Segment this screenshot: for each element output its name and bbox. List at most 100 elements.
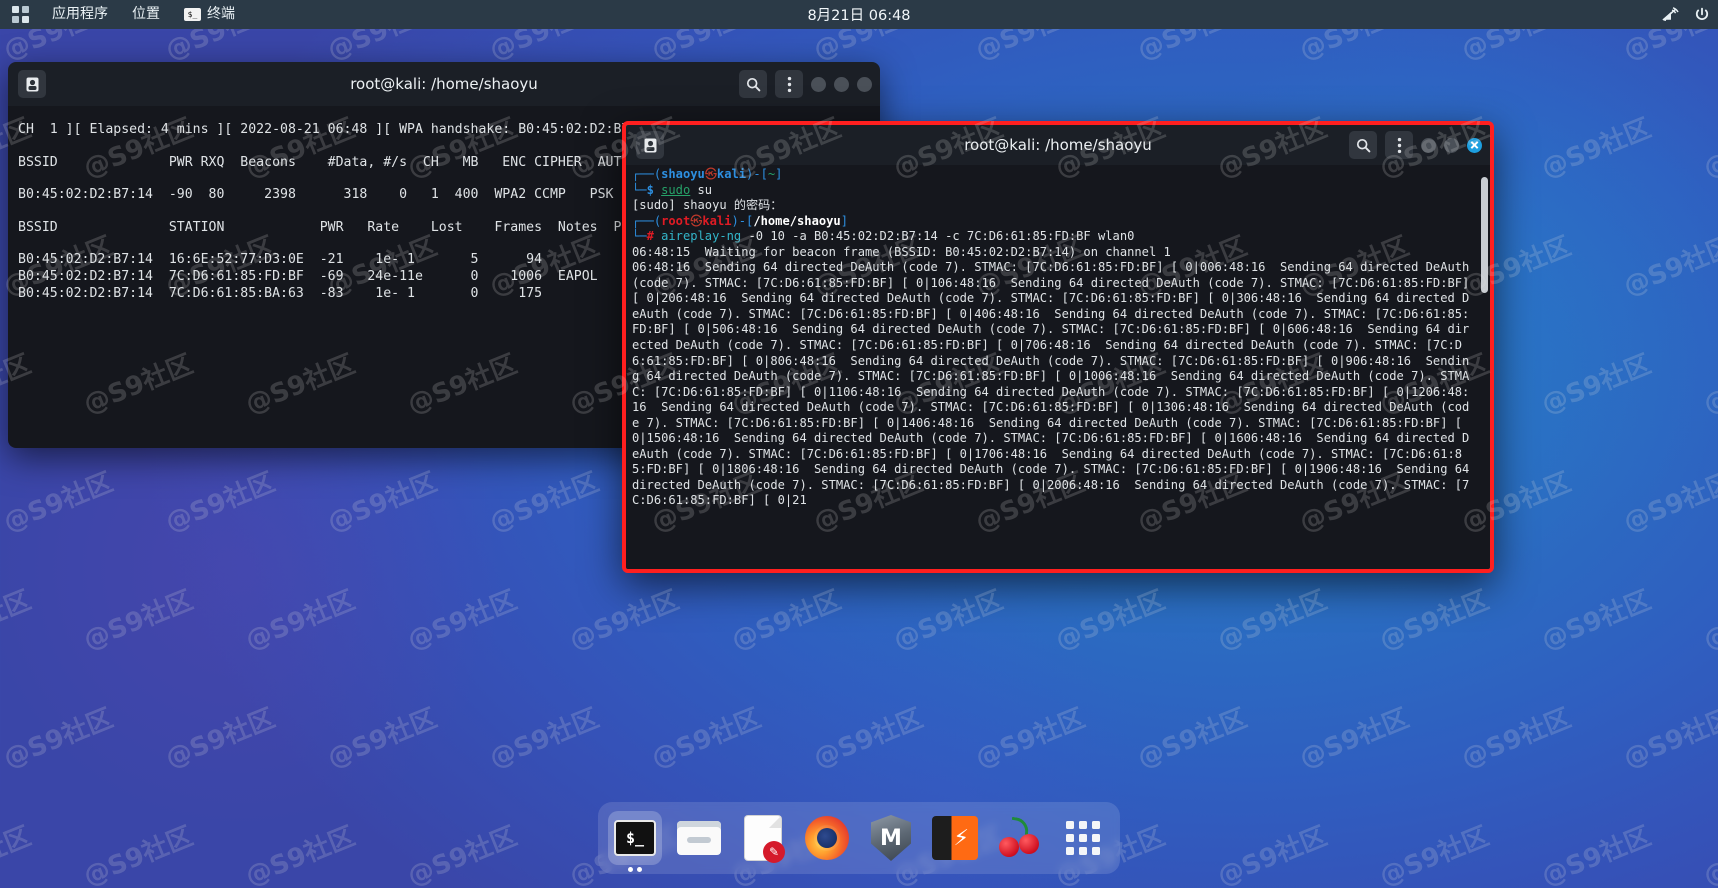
dock-item-files[interactable]: [672, 811, 726, 865]
dock-item-text-editor[interactable]: ✎: [736, 811, 790, 865]
dock: $_ ✎ M ⚡: [598, 802, 1120, 874]
dock-item-firefox[interactable]: [800, 811, 854, 865]
menu-applications[interactable]: 应用程序: [40, 0, 120, 29]
watermark-text: @S9社区: [0, 821, 36, 888]
watermark-text: @S9社区: [1699, 349, 1718, 421]
firefox-icon: [805, 816, 849, 860]
watermark-text: @S9社区: [0, 703, 118, 775]
watermark-text: @S9社区: [1295, 703, 1414, 775]
titlebar-left-airodump: [8, 70, 46, 98]
maximize-button-aireplay[interactable]: [1444, 137, 1459, 153]
watermark-text: @S9社区: [1699, 821, 1718, 888]
watermark-text: @S9社区: [485, 467, 604, 539]
cmd-aireplay: aireplay-ng: [661, 229, 742, 244]
prompt-line-1: ┌──(shaoyu㉿kali)-[~]: [632, 167, 783, 181]
watermark-text: @S9社区: [241, 585, 360, 657]
watermark-text: @S9社区: [1619, 703, 1718, 775]
command-line-1: └─$ sudo su: [632, 182, 713, 197]
search-icon[interactable]: [739, 70, 767, 98]
panel-clock[interactable]: 8月21日 06:48: [807, 4, 910, 25]
burpsuite-icon: ⚡: [932, 816, 978, 860]
prompt-path-2: /home/shaoyu: [753, 213, 841, 228]
prompt-user-1: shaoyu: [661, 167, 705, 181]
close-button-aireplay[interactable]: [1467, 137, 1482, 153]
watermark-text: @S9社区: [971, 703, 1090, 775]
watermark-text: @S9社区: [403, 585, 522, 657]
aireplay-deauth-stream: 06:48:16 Sending 64 directed DeAuth (cod…: [632, 260, 1477, 508]
dock-item-show-apps[interactable]: [1056, 811, 1110, 865]
watermark-text: @S9社区: [1699, 113, 1718, 185]
titlebar-left-aireplay: [626, 131, 664, 159]
minimize-button-aireplay[interactable]: [1421, 137, 1436, 153]
watermark-text: @S9社区: [1457, 703, 1576, 775]
app-grid-icon[interactable]: [0, 0, 40, 29]
terminal-icon: $_: [184, 8, 201, 21]
menu-icon[interactable]: [775, 70, 803, 98]
watermark-text: @S9社区: [0, 585, 36, 657]
prompt-line-2: ┌──(root㉿kali)-[/home/shaoyu]: [632, 213, 848, 228]
panel-tray: [1661, 6, 1710, 23]
watermark-text: @S9社区: [1051, 585, 1170, 657]
network-wireless-icon[interactable]: [1661, 6, 1680, 23]
document-edit-icon: ✎: [745, 816, 785, 863]
dock-item-terminal[interactable]: $_: [608, 811, 662, 872]
scrollbar-thumb[interactable]: [1481, 177, 1488, 293]
watermark-text: @S9社区: [1537, 349, 1656, 421]
window-aireplay[interactable]: root@kali: /home/shaoyu ┌──(shaoyu㉿kali)…: [622, 121, 1494, 573]
file-manager-icon: [677, 821, 721, 855]
prompt-host-2: kali: [702, 213, 732, 228]
minimize-button-airodump[interactable]: [811, 76, 826, 92]
terminal-icon: $_: [614, 820, 656, 856]
dock-item-cherrytree[interactable]: [992, 811, 1046, 865]
scrollbar-aireplay[interactable]: [1481, 169, 1488, 569]
watermark-text: @S9社区: [161, 467, 280, 539]
menu-places[interactable]: 位置: [120, 0, 172, 29]
cmd-sudo: sudo: [661, 182, 691, 197]
cmd-aireplay-args: -0 10 -a B0:45:02:D2:B7:14 -c 7C:D6:61:8…: [741, 229, 1135, 244]
power-icon[interactable]: [1694, 7, 1710, 23]
watermark-text: @S9社区: [1619, 467, 1718, 539]
watermark-text: @S9社区: [809, 703, 928, 775]
watermark-text: @S9社区: [565, 585, 684, 657]
dock-item-metasploit[interactable]: M: [864, 811, 918, 865]
sudo-password-prompt: [sudo] shaoyu 的密码：: [632, 198, 783, 213]
watermark-text: @S9社区: [1133, 703, 1252, 775]
titlebar-right-aireplay: [1349, 131, 1482, 159]
search-icon[interactable]: [1349, 131, 1377, 159]
dock-item-burpsuite[interactable]: ⚡: [928, 811, 982, 865]
titlebar-aireplay[interactable]: root@kali: /home/shaoyu: [626, 125, 1490, 165]
metasploit-icon: M: [871, 815, 911, 861]
watermark-text: @S9社区: [0, 467, 118, 539]
command-line-2: └─# aireplay-ng -0 10 -a B0:45:02:D2:B7:…: [632, 229, 1135, 244]
watermark-text: @S9社区: [1375, 821, 1494, 888]
aireplay-waiting-line: 06:48:15 Waiting for beacon frame (BSSID…: [632, 244, 1171, 259]
watermark-text: @S9社区: [1375, 585, 1494, 657]
titlebar-airodump[interactable]: root@kali: /home/shaoyu: [8, 62, 880, 106]
watermark-text: @S9社区: [241, 821, 360, 888]
watermark-text: @S9社区: [1537, 113, 1656, 185]
maximize-button-airodump[interactable]: [834, 76, 849, 92]
running-indicator: [628, 867, 642, 872]
app-grid-glyph: [11, 6, 29, 23]
watermark-text: @S9社区: [79, 585, 198, 657]
watermark-text: @S9社区: [403, 821, 522, 888]
watermark-text: @S9社区: [1699, 585, 1718, 657]
titlebar-right-airodump: [739, 70, 872, 98]
watermark-text: @S9社区: [1213, 821, 1332, 888]
close-button-airodump[interactable]: [857, 76, 872, 92]
terminal-app-icon[interactable]: [636, 131, 664, 159]
cherrytree-icon: [997, 816, 1041, 860]
menu-icon[interactable]: [1385, 131, 1413, 159]
menu-terminal[interactable]: $_ 终端: [172, 0, 247, 29]
watermark-text: @S9社区: [1619, 231, 1718, 303]
pen-glyph: ✎: [763, 841, 785, 863]
prompt-user-2: root: [661, 213, 691, 228]
terminal-app-icon[interactable]: [18, 70, 46, 98]
watermark-text: @S9社区: [1537, 585, 1656, 657]
watermark-text: @S9社区: [485, 703, 604, 775]
top-panel: 应用程序 位置 $_ 终端 8月21日 06:48: [0, 0, 1718, 29]
window-title-aireplay: root@kali: /home/shaoyu: [964, 136, 1152, 154]
terminal-output-aireplay[interactable]: ┌──(shaoyu㉿kali)-[~] └─$ sudo su [sudo] …: [626, 165, 1490, 569]
watermark-text: @S9社区: [79, 821, 198, 888]
cmd-sudo-rest: su: [690, 182, 713, 197]
